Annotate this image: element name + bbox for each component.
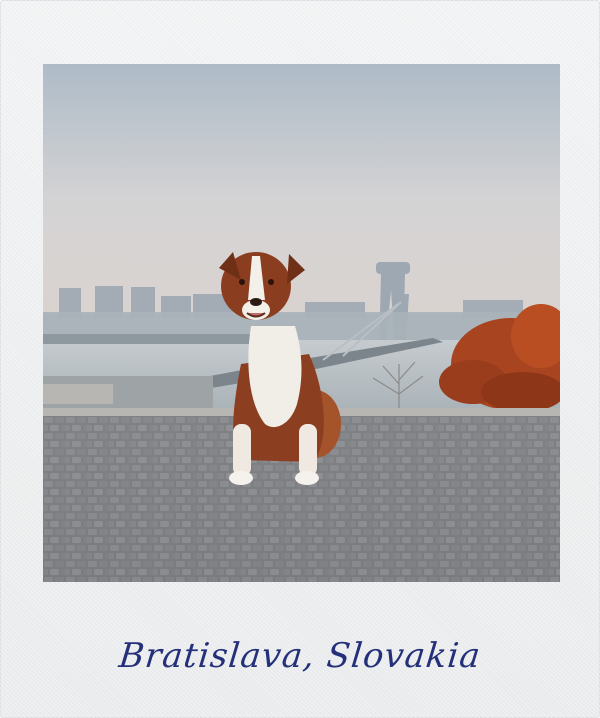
photo xyxy=(43,64,560,582)
photo-scene xyxy=(43,64,560,582)
sky xyxy=(43,64,560,314)
polaroid-frame: Bratislava, Slovakia xyxy=(0,0,600,718)
caption-text: Bratislava, Slovakia xyxy=(117,636,483,676)
